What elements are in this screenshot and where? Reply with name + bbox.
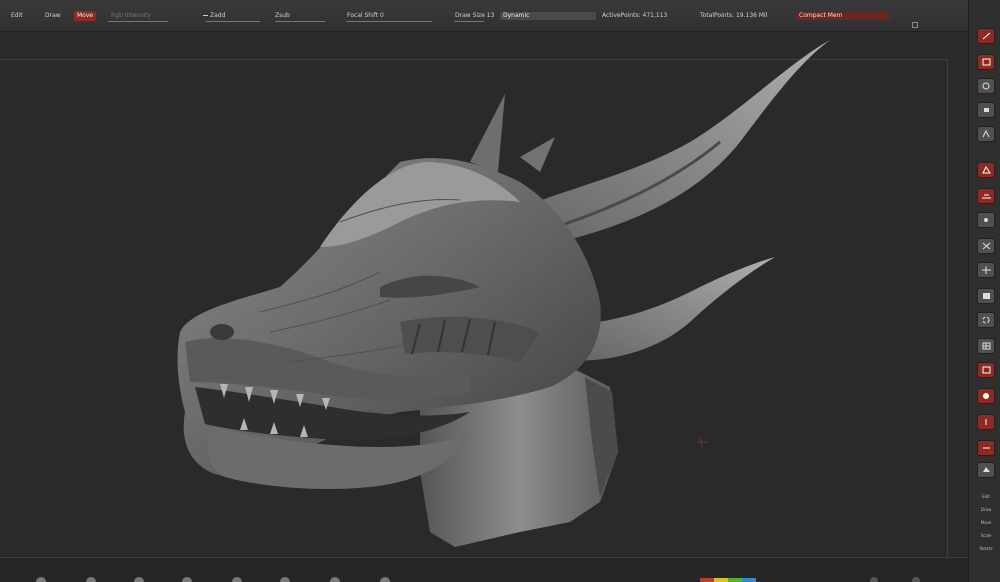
color-swatch-yellow[interactable]: [714, 578, 728, 582]
rotate-glyph: [982, 316, 990, 324]
material-icon[interactable]: [232, 577, 242, 582]
actual-glyph: [984, 108, 989, 112]
z-intensity-slider[interactable]: Zadd: [200, 11, 228, 21]
xpose-glyph: [983, 447, 990, 449]
transform-icon[interactable]: [977, 28, 995, 44]
rotate-icon[interactable]: [977, 312, 995, 328]
solo-icon[interactable]: [977, 414, 995, 430]
draw-size-track: [454, 21, 484, 22]
right-shelf: Edit Draw Move Scale Rotate: [968, 0, 1000, 582]
zsub-track: [275, 21, 325, 22]
dragon-head-sculpt[interactable]: [0, 32, 968, 557]
polyf-icon[interactable]: [977, 338, 995, 354]
edit-button[interactable]: Edit: [8, 11, 26, 21]
draw-size-slider[interactable]: Draw Size 13: [452, 11, 497, 21]
close-icon[interactable]: [912, 22, 918, 28]
canvas-viewport[interactable]: [0, 32, 968, 582]
shelf-label-edit[interactable]: Edit: [973, 494, 999, 499]
scale-glyph: [983, 293, 990, 299]
slider-tick-icon: [203, 15, 208, 16]
nostril: [210, 324, 234, 340]
color-icon[interactable]: [280, 577, 290, 582]
rgb-intensity-slider[interactable]: Rgb Intensity: [108, 11, 154, 21]
persp-icon[interactable]: [977, 162, 995, 178]
transp-icon[interactable]: [977, 362, 995, 378]
xyz-glyph: [982, 242, 991, 250]
switch-color-icon[interactable]: [380, 577, 390, 582]
bottom-toolbar: [0, 557, 968, 582]
ghost-icon[interactable]: [977, 388, 995, 404]
shelf-label-draw[interactable]: Draw: [973, 507, 999, 512]
zadd-track: [206, 21, 260, 22]
zsub-button[interactable]: Zsub: [272, 11, 293, 21]
frame-icon[interactable]: [977, 54, 995, 70]
focal-shift-slider[interactable]: Focal Shift 0: [344, 11, 387, 21]
lightbox-glyph: [983, 467, 990, 472]
shelf-label-move[interactable]: Move: [973, 520, 999, 525]
floor-icon[interactable]: [977, 188, 995, 204]
color-swatch-blue[interactable]: [742, 578, 756, 582]
move-icon[interactable]: [977, 262, 995, 278]
compact-mem-label: Compact Mem: [799, 12, 843, 19]
floor-glyph: [982, 194, 991, 199]
transp-glyph: [982, 366, 991, 374]
xpose-icon[interactable]: [977, 440, 995, 456]
brush-cursor: [697, 436, 707, 448]
polyf-glyph: [982, 342, 991, 350]
shelf-label-rotate[interactable]: Rotate: [973, 546, 999, 551]
compact-mem-button[interactable]: Compact Mem: [796, 12, 890, 20]
brush-icon[interactable]: [36, 577, 46, 582]
total-points-readout: TotalPoints: 19.136 Mil: [700, 12, 768, 19]
actual-icon[interactable]: [977, 102, 995, 118]
local-icon[interactable]: [977, 212, 995, 228]
draw-button[interactable]: Draw: [42, 11, 64, 21]
dynamic-label: Dynamic: [503, 12, 530, 19]
xyz-icon[interactable]: [977, 238, 995, 254]
focal-shift-track: [346, 21, 432, 22]
ghost-glyph: [983, 393, 989, 399]
rgb-intensity-track: [108, 21, 168, 22]
zoom-icon[interactable]: [977, 78, 995, 94]
zoom-glyph: [982, 82, 990, 90]
aahalf-icon[interactable]: [977, 126, 995, 142]
color-swatch-green[interactable]: [728, 578, 742, 582]
persp-glyph: [982, 166, 991, 174]
top-toolbar: Edit Draw Move Rgb Intensity Zadd Zsub F…: [0, 0, 1000, 32]
lightbox-icon[interactable]: [977, 462, 995, 478]
shelf-label-scale[interactable]: Scale: [973, 533, 999, 538]
texture-icon[interactable]: [182, 577, 192, 582]
gradient-icon[interactable]: [330, 577, 340, 582]
local-glyph: [984, 218, 988, 222]
aahalf-glyph: [982, 130, 990, 138]
spike-2: [520, 137, 555, 172]
settings-icon[interactable]: [870, 577, 878, 582]
stroke-icon[interactable]: [86, 577, 96, 582]
move-button[interactable]: Move: [74, 11, 97, 21]
frame-glyph: [982, 58, 991, 66]
color-swatch-red[interactable]: [700, 578, 714, 582]
spike-1: [470, 94, 505, 172]
alpha-icon[interactable]: [134, 577, 144, 582]
help-icon[interactable]: [912, 577, 920, 582]
move-glyph: [982, 266, 991, 274]
active-points-readout: ActivePoints: 471,113: [602, 12, 668, 19]
transform-glyph: [982, 32, 991, 40]
scale-icon[interactable]: [977, 288, 995, 304]
zadd-label: Zadd: [210, 12, 226, 19]
dynamic-slider[interactable]: Dynamic: [500, 12, 596, 20]
solo-glyph: [985, 419, 987, 425]
